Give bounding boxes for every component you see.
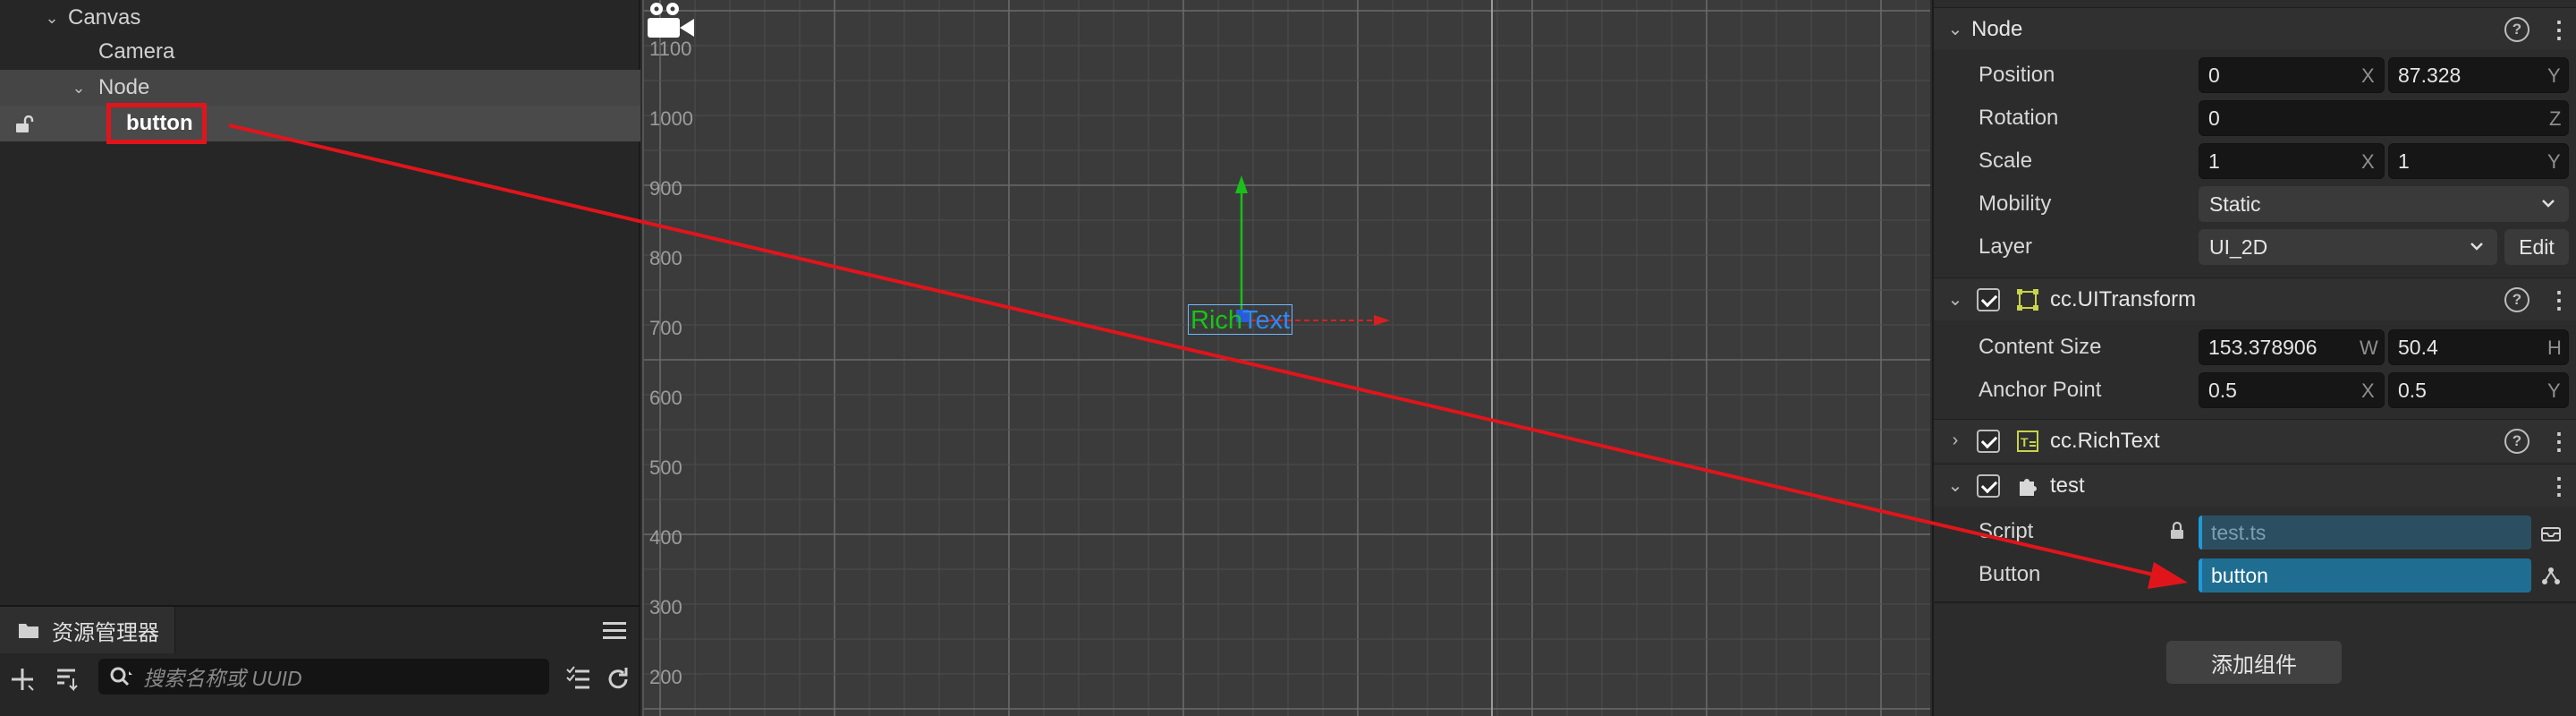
lock-icon[interactable] [14,115,34,133]
tree-item-button[interactable]: button [0,106,640,141]
svg-text:T: T [2021,435,2029,449]
section-title: cc.RichText [2050,428,2160,453]
section-uitransform-header[interactable]: ⌄ cc.UITransform ? ⋮ [1934,277,2576,320]
position-y-input[interactable]: 87.328 [2388,57,2569,93]
component-enabled-checkbox[interactable] [1977,430,2000,453]
axis-h-label: H [2547,337,2562,359]
script-component-icon [2020,479,2037,496]
mobility-value: Static [2209,192,2261,216]
anchor-y-input[interactable]: 0.5 [2388,372,2569,408]
richtext-part-1: Rich [1191,306,1243,335]
content-width-input[interactable]: 153.378906 [2199,329,2385,365]
script-asset-field[interactable]: test.ts [2199,516,2531,550]
rotation-input[interactable]: 0 [2199,100,2569,136]
richtext-icon: T [2017,430,2038,452]
tree-item-label: Canvas [68,5,141,30]
section-test-header[interactable]: ⌄ test ⋮ [1934,464,2576,507]
layer-value: UI_2D [2209,234,2268,259]
axis-y-label: Y [2547,150,2561,173]
inspector-panel: ⌄ Node ? ⋮ Position 0 X 87.328 Y Rotatio… [1932,0,2576,716]
chevron-down-icon[interactable]: ⌄ [68,79,89,98]
position-x-input[interactable]: 0 [2199,57,2385,93]
axis-y-label: Y [2547,379,2561,402]
richtext-node[interactable]: RichText [1188,304,1293,335]
tree-item-label: Camera [98,39,175,64]
button-node-field[interactable]: button [2199,558,2531,592]
kebab-menu-icon[interactable]: ⋮ [2547,287,2571,312]
position-label: Position [1979,63,2055,87]
axis-x-label: X [2361,379,2375,402]
scale-x-input[interactable]: 1 [2199,143,2385,179]
richtext-part-2: Text [1242,306,1291,335]
chevron-down-icon[interactable]: ⌄ [1946,288,1964,311]
scale-y-input[interactable]: 1 [2388,143,2569,179]
padlock-icon [2171,521,2183,539]
scene-view[interactable]: 1100 1000 900 800 700 600 500 400 300 20… [642,0,1930,716]
search-placeholder: 搜索名称或 UUID [143,667,302,690]
asset-manager-panel: 资源管理器 搜索名称或 UUID [0,605,640,716]
button-prop-label: Button [1979,562,2041,586]
layer-select[interactable]: UI_2D [2199,229,2497,265]
refresh-icon[interactable] [605,666,631,693]
asset-locate-icon[interactable] [2540,523,2562,542]
axis-x-label: X [2361,64,2375,87]
tree-item-node[interactable]: ⌄ Node [0,70,640,106]
divider [1932,601,2576,603]
node-pick-icon[interactable] [2540,566,2562,585]
tree-item-camera[interactable]: Camera [0,34,640,70]
chevron-down-icon[interactable]: ⌄ [1946,18,1964,40]
section-richtext-header[interactable]: › T cc.RichText ? ⋮ [1934,419,2576,462]
tree-item-label: Node [98,75,150,99]
chevron-right-icon[interactable]: › [1946,430,1964,451]
anchor-x-input[interactable]: 0.5 [2199,372,2385,408]
component-enabled-checkbox[interactable] [1977,474,2000,498]
anchor-point-label: Anchor Point [1979,378,2102,402]
transform-gizmo[interactable] [644,0,1930,716]
hierarchy-panel: ⌄ Canvas Camera ⌄ Node button [0,0,640,605]
search-input[interactable]: 搜索名称或 UUID [98,659,549,695]
sort-icon[interactable] [54,666,80,693]
kebab-menu-icon[interactable]: ⋮ [2547,429,2571,454]
chevron-down-icon[interactable]: ⌄ [1946,474,1964,497]
kebab-menu-icon[interactable]: ⋮ [2547,473,2571,499]
help-icon[interactable]: ? [2504,286,2529,312]
axis-x-label: X [2361,150,2375,173]
section-node-header[interactable]: ⌄ Node ? ⋮ [1934,7,2576,50]
chevron-down-icon [2470,243,2483,251]
script-label: Script [1979,519,2034,543]
add-icon[interactable] [9,666,36,693]
scale-label: Scale [1979,149,2033,173]
rotation-label: Rotation [1979,106,2059,130]
hamburger-menu-icon[interactable] [601,619,628,641]
section-title: cc.UITransform [2050,286,2197,311]
add-component-button[interactable]: 添加组件 [2166,641,2342,684]
mobility-select[interactable]: Static [2199,186,2569,222]
mobility-label: Mobility [1979,192,2052,216]
content-size-label: Content Size [1979,335,2102,359]
search-icon [110,667,132,686]
tree-item-canvas[interactable]: ⌄ Canvas [0,0,640,36]
component-enabled-checkbox[interactable] [1977,288,2000,311]
folder-icon [19,624,38,638]
kebab-menu-icon[interactable]: ⋮ [2547,17,2571,42]
camera-icon[interactable] [644,0,698,43]
tab-label: 资源管理器 [52,620,159,645]
list-filter-icon[interactable] [565,666,592,693]
content-height-input[interactable]: 50.4 [2388,329,2569,365]
transform-icon [2017,289,2038,311]
chevron-down-icon[interactable]: ⌄ [41,9,63,28]
section-title: Node [1971,16,2023,41]
tab-asset-manager[interactable]: 资源管理器 [0,607,175,653]
section-title: test [2050,473,2085,498]
layer-label: Layer [1979,234,2033,259]
axis-w-label: W [2360,337,2378,359]
layer-edit-button[interactable]: Edit [2504,229,2569,265]
annotation-highlight-box [106,103,207,144]
help-icon[interactable]: ? [2504,16,2529,42]
axis-z-label: Z [2549,107,2562,130]
help-icon[interactable]: ? [2504,428,2529,454]
chevron-down-icon [2542,200,2555,208]
axis-y-label: Y [2547,64,2561,87]
